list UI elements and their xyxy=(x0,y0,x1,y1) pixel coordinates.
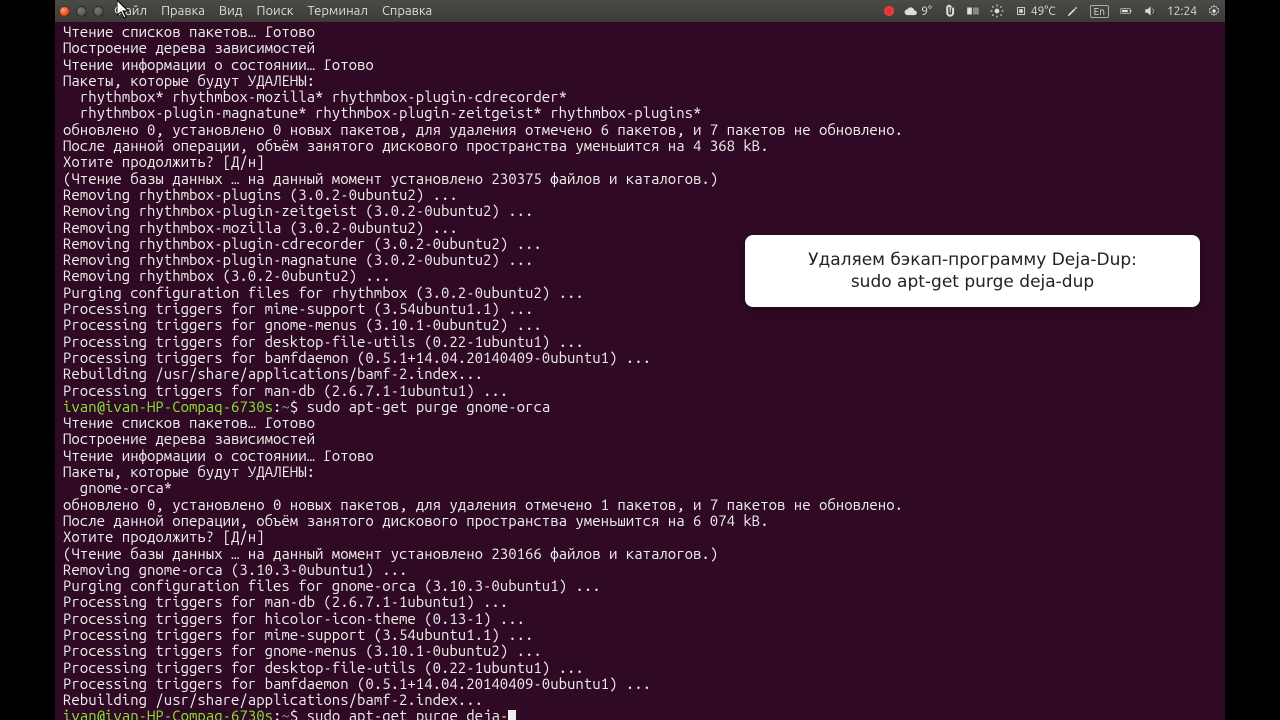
menu-view[interactable]: Вид xyxy=(219,4,243,18)
prompt-command: sudo apt-get purge gnome-orca xyxy=(307,398,551,415)
terminal-line: Processing triggers for gnome-menus (3.1… xyxy=(63,643,1217,659)
cpu-temp-indicator[interactable]: 49°C xyxy=(1014,4,1056,18)
terminal-line: (Чтение базы данных … на данный момент у… xyxy=(63,171,1217,187)
prompt-dollar: $ xyxy=(290,707,307,720)
chip-icon xyxy=(1014,4,1028,18)
prompt-path: ~ xyxy=(281,707,289,720)
terminal-output[interactable]: Чтение списков пакетов… ГотовоПостроение… xyxy=(55,22,1225,720)
prompt-user-host: ivan@ivan-HP-Compaq-6730s xyxy=(63,398,273,415)
terminal-line: Processing triggers for desktop-file-uti… xyxy=(63,334,1217,350)
terminal-line: Построение дерева зависимостей xyxy=(63,431,1217,447)
tooltip-line1: Удаляем бэкап-программу Deja-Dup: xyxy=(769,249,1176,271)
terminal-line: Processing triggers for bamfdaemon (0.5.… xyxy=(63,676,1217,692)
prompt-command: sudo apt-get purge deja- xyxy=(307,707,509,720)
prompt-path: ~ xyxy=(281,398,289,415)
tooltip-command: sudo apt-get purge deja-dup xyxy=(769,271,1176,293)
instruction-tooltip: Удаляем бэкап-программу Deja-Dup: sudo a… xyxy=(745,235,1200,307)
prompt-dollar: $ xyxy=(290,398,307,415)
menu-terminal[interactable]: Терминал xyxy=(307,4,367,18)
system-tray: 9° 49°C En xyxy=(884,4,1221,18)
app-menubar: Файл Правка Вид Поиск Терминал Справка xyxy=(114,4,432,18)
terminal-line: Processing triggers for bamfdaemon (0.5.… xyxy=(63,350,1217,366)
terminal-prompt-line: ivan@ivan-HP-Compaq-6730s:~$ sudo apt-ge… xyxy=(63,399,1217,415)
weather-temp: 9° xyxy=(921,5,932,18)
terminal-line: Purging configuration files for gnome-or… xyxy=(63,578,1217,594)
terminal-line: Processing triggers for man-db (2.6.7.1-… xyxy=(63,383,1217,399)
workspace-indicator-icon[interactable] xyxy=(966,4,980,18)
keyboard-lang: En xyxy=(1090,5,1109,18)
terminal-line: Removing gnome-orca (3.10.3-0ubuntu1) ..… xyxy=(63,562,1217,578)
terminal-line: Rebuilding /usr/share/applications/bamf-… xyxy=(63,692,1217,708)
terminal-line: обновлено 0, установлено 0 новых пакетов… xyxy=(63,122,1217,138)
terminal-line: Чтение списков пакетов… Готово xyxy=(63,24,1217,40)
terminal-line: Removing rhythmbox-mozilla (3.0.2-0ubunt… xyxy=(63,220,1217,236)
menu-help[interactable]: Справка xyxy=(382,4,432,18)
menu-search[interactable]: Поиск xyxy=(256,4,293,18)
color-picker-icon[interactable] xyxy=(1066,4,1080,18)
terminal-prompt-line: ivan@ivan-HP-Compaq-6730s:~$ sudo apt-ge… xyxy=(63,708,1217,720)
terminal-line: Хотите продолжить? [Д/н] xyxy=(63,529,1217,545)
terminal-line: Processing triggers for desktop-file-uti… xyxy=(63,660,1217,676)
terminal-cursor xyxy=(508,710,516,720)
terminal-line: gnome-orca* xyxy=(63,480,1217,496)
window-controls xyxy=(59,6,104,17)
window-minimize-button[interactable] xyxy=(76,6,87,17)
terminal-line: (Чтение базы данных … на данный момент у… xyxy=(63,546,1217,562)
terminal-line: Чтение информации о состоянии… Готово xyxy=(63,57,1217,73)
keyboard-layout-indicator[interactable]: En xyxy=(1090,5,1109,18)
cloud-icon xyxy=(904,4,918,18)
clock[interactable]: 12:24 xyxy=(1167,5,1197,18)
terminal-line: Rebuilding /usr/share/applications/bamf-… xyxy=(63,366,1217,382)
terminal-line: rhythmbox-plugin-magnatune* rhythmbox-pl… xyxy=(63,105,1217,121)
settings-gear-icon[interactable] xyxy=(1207,4,1221,18)
window-maximize-button[interactable] xyxy=(93,6,104,17)
terminal-line: rhythmbox* rhythmbox-mozilla* rhythmbox-… xyxy=(63,89,1217,105)
terminal-line: После данной операции, объём занятого ди… xyxy=(63,138,1217,154)
terminal-line: Чтение информации о состоянии… Готово xyxy=(63,448,1217,464)
terminal-line: Removing rhythmbox-plugins (3.0.2-0ubunt… xyxy=(63,187,1217,203)
prompt-user-host: ivan@ivan-HP-Compaq-6730s xyxy=(63,707,273,720)
desktop: Файл Правка Вид Поиск Терминал Справка 9… xyxy=(55,0,1225,720)
terminal-line: Пакеты, которые будут УДАЛЕНЫ: xyxy=(63,464,1217,480)
menu-file[interactable]: Файл xyxy=(114,4,147,18)
terminal-line: Пакеты, которые будут УДАЛЕНЫ: xyxy=(63,73,1217,89)
terminal-line: Чтение списков пакетов… Готово xyxy=(63,415,1217,431)
window-close-button[interactable] xyxy=(59,6,70,17)
record-indicator-icon[interactable] xyxy=(884,6,894,16)
terminal-line: Removing rhythmbox-plugin-zeitgeist (3.0… xyxy=(63,203,1217,219)
terminal-line: После данной операции, объём занятого ди… xyxy=(63,513,1217,529)
battery-icon[interactable] xyxy=(1119,4,1133,18)
terminal-line: обновлено 0, установлено 0 новых пакетов… xyxy=(63,497,1217,513)
terminal-line: Хотите продолжить? [Д/н] xyxy=(63,154,1217,170)
brightness-icon[interactable] xyxy=(990,4,1004,18)
terminal-line: Построение дерева зависимостей xyxy=(63,40,1217,56)
terminal-line: Processing triggers for hicolor-icon-the… xyxy=(63,611,1217,627)
cpu-temp: 49°C xyxy=(1031,5,1056,18)
top-panel: Файл Правка Вид Поиск Терминал Справка 9… xyxy=(55,0,1225,22)
weather-indicator[interactable]: 9° xyxy=(904,4,932,18)
volume-icon[interactable] xyxy=(1143,4,1157,18)
terminal-line: Processing triggers for man-db (2.6.7.1-… xyxy=(63,594,1217,610)
terminal-line: Processing triggers for gnome-menus (3.1… xyxy=(63,317,1217,333)
terminal-line: Processing triggers for mime-support (3.… xyxy=(63,627,1217,643)
clip-icon[interactable] xyxy=(942,4,956,18)
menu-edit[interactable]: Правка xyxy=(161,4,205,18)
